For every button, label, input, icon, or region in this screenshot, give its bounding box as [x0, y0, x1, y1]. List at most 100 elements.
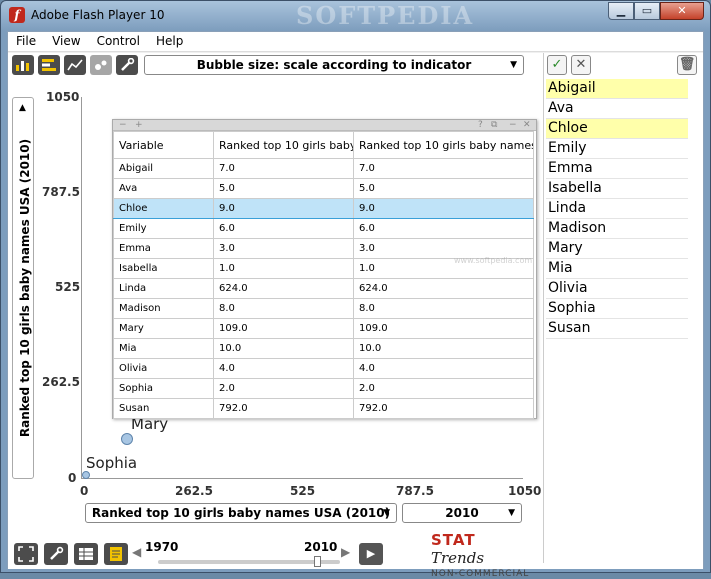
table-row[interactable]: Susan 792.0 792.0: [113, 398, 534, 419]
list-item[interactable]: Olivia: [546, 279, 688, 299]
line-chart-button[interactable]: [64, 55, 86, 75]
list-item[interactable]: Emily: [546, 139, 688, 159]
y-tick-1050: 1050: [46, 90, 80, 104]
horizontal-bar-button[interactable]: [38, 55, 60, 75]
close-panel-icon[interactable]: ✕: [523, 120, 531, 130]
table-row[interactable]: Chloe 9.0 9.0: [113, 198, 534, 219]
x-tick-262: 262.5: [175, 484, 213, 498]
table-cell: 7.0: [353, 158, 534, 179]
column-header[interactable]: Ranked top 10 girls baby r: [213, 131, 354, 159]
tools-button[interactable]: [44, 543, 68, 565]
data-table: Variable Ranked top 10 girls baby r Rank…: [113, 131, 534, 419]
step-back-icon[interactable]: ◀: [132, 545, 141, 559]
y-tick-0: 0: [68, 471, 77, 485]
close-icon: ✕: [575, 57, 587, 72]
minimize-button[interactable]: ▁: [608, 2, 634, 20]
time-slider-track[interactable]: [158, 560, 340, 564]
data-table-titlebar[interactable]: − + ? ⧉ − ✕: [113, 120, 536, 131]
menu-view[interactable]: View: [44, 32, 88, 51]
step-forward-icon[interactable]: ▶: [341, 545, 350, 559]
expand-icon[interactable]: +: [135, 120, 143, 130]
table-view-button[interactable]: [74, 543, 98, 565]
select-all-button[interactable]: ✓: [547, 55, 567, 75]
window-title: Adobe Flash Player 10: [31, 8, 165, 22]
clear-selection-button[interactable]: ✕: [571, 55, 591, 75]
bubble-chart-button[interactable]: [90, 55, 112, 75]
table-row[interactable]: Linda 624.0 624.0: [113, 278, 534, 299]
list-item[interactable]: Sophia: [546, 299, 688, 319]
list-item[interactable]: Abigail: [546, 79, 688, 99]
table-row[interactable]: Mia 10.0 10.0: [113, 338, 534, 359]
bubble-size-select[interactable]: Bubble size: scale according to indicato…: [144, 55, 524, 75]
table-cell: 4.0: [353, 358, 534, 379]
maximize-button[interactable]: ▭: [634, 2, 660, 20]
slider-end-year: 2010: [304, 540, 338, 554]
minimize-icon: ▁: [616, 4, 626, 17]
x-axis-select[interactable]: Ranked top 10 girls baby names USA (2010…: [85, 503, 397, 523]
table-row[interactable]: Ava 5.0 5.0: [113, 178, 534, 199]
table-row[interactable]: Madison 8.0 8.0: [113, 298, 534, 319]
slider-start-year: 1970: [145, 540, 179, 554]
y-axis-select[interactable]: ▲ Ranked top 10 girls baby names USA (20…: [12, 97, 34, 479]
notes-icon: [110, 547, 122, 561]
table-row[interactable]: Sophia 2.0 2.0: [113, 378, 534, 399]
table-cell: Emily: [113, 218, 214, 239]
horizontal-bar-icon: [42, 59, 56, 71]
trash-icon: 🗑: [678, 57, 696, 72]
list-item[interactable]: Isabella: [546, 179, 688, 199]
menu-control[interactable]: Control: [89, 32, 148, 51]
maximize-icon: ▭: [641, 4, 653, 17]
table-cell: 5.0: [213, 178, 354, 199]
fullscreen-button[interactable]: [14, 543, 38, 565]
table-row[interactable]: Mary 109.0 109.0: [113, 318, 534, 339]
notes-button[interactable]: [104, 543, 128, 565]
list-item[interactable]: Mary: [546, 239, 688, 259]
table-cell: 8.0: [353, 298, 534, 319]
help-icon[interactable]: ?: [478, 120, 483, 130]
table-row[interactable]: Emily 6.0 6.0: [113, 218, 534, 239]
table-row[interactable]: Abigail 7.0 7.0: [113, 158, 534, 179]
stattrends-logo: STAT Trends NON-COMMERCIAL: [431, 531, 531, 579]
column-header[interactable]: Ranked top 10 girls baby names US: [353, 131, 534, 159]
bubble-chart-icon: [95, 60, 107, 70]
collapse-icon[interactable]: −: [119, 120, 127, 130]
delete-button[interactable]: 🗑: [677, 55, 697, 75]
table-header-row: Variable Ranked top 10 girls baby r Rank…: [113, 131, 534, 159]
table-cell: 4.0: [213, 358, 354, 379]
settings-button[interactable]: [116, 55, 138, 75]
table-cell: Ava: [113, 178, 214, 199]
list-item[interactable]: Emma: [546, 159, 688, 179]
table-cell: Susan: [113, 398, 214, 419]
x-axis-label: Ranked top 10 girls baby names USA (2010…: [91, 506, 391, 520]
bubble-sophia[interactable]: [82, 471, 90, 479]
list-item[interactable]: Susan: [546, 319, 688, 339]
menu-file[interactable]: File: [8, 32, 44, 51]
table-cell: Chloe: [113, 198, 214, 219]
year-select[interactable]: 2010 ▼: [402, 503, 522, 523]
title-bar[interactable]: f Adobe Flash Player 10 SOFTPEDIA ▁ ▭ ✕: [1, 1, 710, 31]
list-item[interactable]: Linda: [546, 199, 688, 219]
minimize-panel-icon[interactable]: −: [509, 120, 517, 130]
close-button[interactable]: ✕: [660, 2, 704, 20]
bubble-mary[interactable]: [121, 433, 133, 445]
list-item[interactable]: Madison: [546, 219, 688, 239]
list-item[interactable]: Mia: [546, 259, 688, 279]
check-icon: ✓: [551, 57, 563, 72]
table-row[interactable]: Olivia 4.0 4.0: [113, 358, 534, 379]
column-header[interactable]: Variable: [113, 131, 214, 159]
y-tick-525: 525: [55, 280, 81, 294]
brand-subtitle: NON-COMMERCIAL: [431, 569, 530, 579]
wrench-icon: [50, 546, 64, 560]
chevron-down-icon: ▼: [383, 508, 390, 518]
list-item[interactable]: Chloe: [546, 119, 688, 139]
y-tick-787: 787.5: [42, 185, 80, 199]
time-slider-thumb[interactable]: [314, 556, 321, 567]
menu-help[interactable]: Help: [148, 32, 191, 51]
table-cell: 9.0: [213, 198, 354, 219]
list-item[interactable]: Ava: [546, 99, 688, 119]
table-cell: 1.0: [213, 258, 354, 279]
bar-chart-button[interactable]: [12, 55, 34, 75]
table-cell: 109.0: [213, 318, 354, 339]
copy-icon[interactable]: ⧉: [491, 120, 497, 130]
play-button[interactable]: ▶: [359, 543, 383, 565]
